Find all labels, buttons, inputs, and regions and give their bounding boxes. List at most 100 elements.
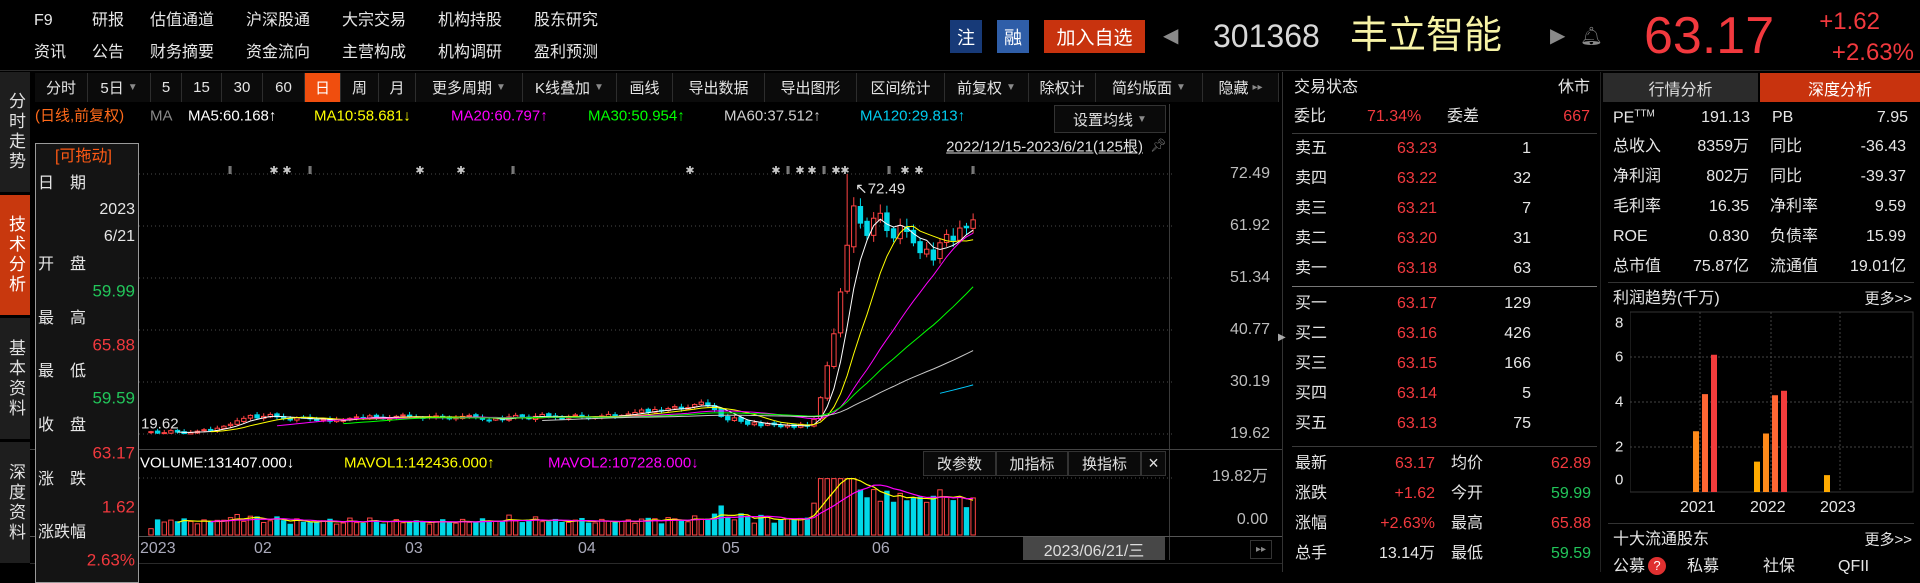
tb-overlay[interactable]: K线叠加 ▼	[523, 73, 617, 102]
profit-trend-chart	[1630, 311, 1914, 493]
tb-more-periods[interactable]: 更多周期 ▼	[416, 73, 523, 102]
volume-chart[interactable]	[30, 449, 1175, 537]
volume-bar	[280, 520, 287, 536]
collapse-arrow-icon[interactable]: ▶	[1278, 333, 1286, 343]
menu-forecast[interactable]: 盈利预测	[534, 45, 598, 61]
tb-monthly[interactable]: 月	[379, 73, 416, 102]
volume-bar	[526, 519, 532, 536]
volume-bar	[294, 518, 300, 536]
bid-price[interactable]: 63.16	[1397, 326, 1437, 342]
add-watchlist-button[interactable]: 加入自选	[1044, 20, 1145, 53]
menu-shareholder[interactable]: 股东研究	[534, 13, 598, 29]
menu-fund-flow[interactable]: 资金流向	[246, 45, 310, 61]
tb-adjust[interactable]: 前复权 ▼	[945, 73, 1029, 102]
ask-price[interactable]: 63.22	[1397, 171, 1437, 187]
holders-more-link[interactable]: 更多>>	[1864, 533, 1912, 548]
tab-market-analysis[interactable]: 行情分析	[1603, 73, 1758, 102]
menu-block-trade[interactable]: 大宗交易	[342, 13, 406, 29]
menu-business[interactable]: 主营构成	[342, 45, 406, 61]
info-chg: 1.62	[101, 497, 135, 517]
price-change: +1.62	[1819, 8, 1880, 35]
max-price-label: ↖72.49	[855, 180, 906, 198]
bid-price[interactable]: 63.17	[1397, 296, 1437, 312]
side-tab-intraday[interactable]: 分时走势	[0, 72, 30, 194]
profit-bar	[1781, 390, 1787, 492]
volume-bar	[320, 520, 327, 536]
candle-body	[466, 414, 472, 417]
volume-bar	[798, 517, 804, 536]
tb-5day[interactable]: 5日 ▼	[88, 73, 151, 102]
tb-30min[interactable]: 30	[222, 73, 263, 102]
candle-body	[725, 416, 731, 421]
tb-60min[interactable]: 60	[263, 73, 305, 102]
bid-price[interactable]: 63.14	[1397, 386, 1437, 402]
event-marker-icon: ✱	[795, 165, 804, 177]
menu-f9[interactable]: F9	[34, 13, 53, 29]
info-high: 65.88	[92, 335, 135, 355]
menu-news[interactable]: 资讯	[34, 45, 66, 61]
register-badge[interactable]: 注	[950, 20, 982, 53]
info-pct: 2.63%	[86, 550, 135, 570]
scroll-right-icon[interactable]: ▸▸	[1250, 540, 1272, 559]
tb-ex-rights[interactable]: 除权计	[1029, 73, 1096, 102]
y-tick: 40.77	[1229, 321, 1270, 338]
ask-price[interactable]: 63.21	[1397, 201, 1437, 217]
tb-weekly[interactable]: 周	[341, 73, 379, 102]
menu-institution-holding[interactable]: 机构持股	[438, 13, 502, 29]
bottom-strip	[30, 563, 1282, 564]
bid-label: 买五	[1295, 415, 1328, 432]
margin-badge[interactable]: 融	[997, 20, 1029, 53]
tb-intraday[interactable]: 分时	[35, 73, 88, 102]
bell-icon[interactable]: 🔔︎	[1580, 27, 1603, 45]
menu-survey[interactable]: 机构调研	[438, 45, 502, 61]
divider	[1292, 286, 1597, 287]
holder-tab-social-security[interactable]: 社保	[1763, 559, 1795, 575]
kline-chart[interactable]: ‖ ✱ ✱ ‖ ✱ ✱ ‖ ✱ ✱ ‖ ✱ ✱ ‖ ✱ ✱ ‖ ✱ ✱ ‖	[30, 104, 1175, 449]
bid-ratio-label: 委比	[1294, 108, 1327, 125]
double-chevron-right-icon: ▸▸	[1252, 82, 1263, 93]
next-stock-icon[interactable]: ▶	[1550, 26, 1565, 46]
side-tab-depth[interactable]: 深度资料	[0, 442, 30, 565]
tb-layout[interactable]: 简约版面 ▼	[1096, 73, 1203, 102]
tb-draw[interactable]: 画线	[617, 73, 673, 102]
candle-body	[320, 418, 327, 421]
menu-connect[interactable]: 沪深股通	[246, 13, 310, 29]
bid-price[interactable]: 63.13	[1397, 416, 1437, 432]
tb-15min[interactable]: 15	[182, 73, 222, 102]
candle-body	[851, 205, 857, 248]
holder-tab-public-fund[interactable]: 公募	[1613, 559, 1645, 575]
ask-price[interactable]: 63.20	[1397, 231, 1437, 247]
ask-price[interactable]: 63.18	[1397, 261, 1437, 277]
volume-bar	[930, 495, 937, 536]
menu-research[interactable]: 研报	[92, 13, 124, 29]
tb-export-data[interactable]: 导出数据	[673, 73, 765, 102]
tb-export-image[interactable]: 导出图形	[765, 73, 857, 102]
holder-tab-private-fund[interactable]: 私募	[1687, 559, 1719, 575]
volume-bar	[247, 515, 254, 536]
candle-body	[546, 413, 552, 417]
ask-price[interactable]: 63.23	[1397, 141, 1437, 157]
tb-hide[interactable]: 隐藏 ▸▸	[1203, 73, 1279, 102]
volume-bar	[791, 519, 797, 536]
candle-body	[970, 219, 976, 229]
help-icon[interactable]: ?	[1648, 557, 1666, 575]
profit-y-tick: 8	[1615, 314, 1624, 332]
side-tab-technical[interactable]: 技术分析	[0, 195, 30, 317]
tb-daily[interactable]: 日	[305, 73, 341, 102]
candle-body	[778, 424, 784, 428]
panel-splitter[interactable]	[1282, 72, 1283, 572]
prev-stock-icon[interactable]: ◀	[1163, 26, 1178, 46]
chevron-down-icon: ▼	[594, 82, 604, 93]
menu-announcement[interactable]: 公告	[92, 45, 124, 61]
holder-tab-qfii[interactable]: QFII	[1838, 559, 1869, 575]
tb-5min[interactable]: 5	[151, 73, 182, 102]
volume-bar	[340, 522, 346, 536]
bid-price[interactable]: 63.15	[1397, 356, 1437, 372]
tab-depth-analysis[interactable]: 深度分析	[1760, 73, 1920, 102]
menu-valuation[interactable]: 估值通道	[150, 13, 214, 29]
volume-bar	[857, 489, 864, 536]
menu-financial[interactable]: 财务摘要	[150, 45, 214, 61]
ma30-line	[343, 286, 974, 425]
tb-range-stats[interactable]: 区间统计	[857, 73, 945, 102]
side-tab-basic[interactable]: 基本资料	[0, 318, 30, 441]
